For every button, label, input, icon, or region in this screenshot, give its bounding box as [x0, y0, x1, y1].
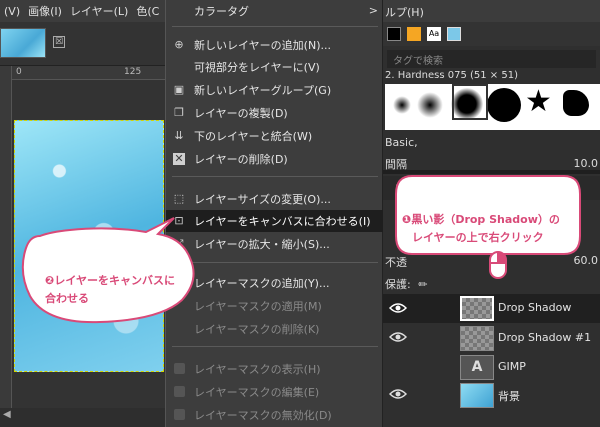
image-tab-thumbnail[interactable]: [0, 28, 46, 58]
text-layer-icon: A: [460, 355, 494, 380]
brush-soft-medium[interactable]: [417, 92, 443, 118]
menu-item-label: レイヤーマスクの削除(K): [194, 323, 320, 336]
submenu-arrow-icon: >: [368, 4, 378, 17]
selected-brush-name: 2. Hardness 075 (51 × 51): [385, 70, 518, 81]
layer-name[interactable]: Drop Shadow: [498, 301, 571, 314]
document-tab-icon[interactable]: [447, 27, 461, 41]
layer-name[interactable]: Drop Shadow #1: [498, 331, 591, 344]
lock-row: 保護: ✏: [385, 276, 427, 292]
mouse-right-click-icon: [489, 251, 507, 279]
pattern-tab-icon[interactable]: [407, 27, 421, 41]
new-layer-icon: ⊕: [174, 38, 184, 51]
eye-icon[interactable]: [389, 387, 407, 401]
tab-close-icon[interactable]: ☒: [53, 36, 65, 48]
layer-row-background[interactable]: 背景: [383, 381, 600, 410]
layer-group-icon: ▣: [173, 83, 185, 96]
horizontal-scrollbar[interactable]: [0, 408, 170, 427]
layer-row-drop-shadow[interactable]: Drop Shadow: [383, 294, 600, 323]
menu-item-label: 新しいレイヤーグループ(G): [194, 84, 332, 97]
merge-down-icon: ⇊: [174, 129, 184, 142]
menu-layer[interactable]: レイヤー(L): [66, 3, 132, 19]
brush-tag-filter-input[interactable]: タグで検索: [387, 50, 596, 68]
checkbox-icon: [174, 363, 185, 374]
menu-item-new-layer[interactable]: ⊕ 新しいレイヤーの追加(N)...: [166, 34, 384, 56]
image-tabstrip: ☒: [0, 22, 170, 66]
delete-icon: ✕: [173, 152, 185, 165]
horizontal-ruler: 0 125: [12, 66, 170, 80]
menubar-help: ルプ(H): [383, 0, 600, 22]
eye-icon[interactable]: [389, 301, 407, 315]
menu-item-layer-boundary-size[interactable]: ⬚ レイヤーサイズの変更(O)...: [166, 188, 384, 210]
layer-thumbnail: [460, 326, 494, 351]
lock-pixels-icon[interactable]: ✏: [418, 278, 427, 291]
brush-grid[interactable]: ★: [385, 84, 600, 130]
navigate-icon[interactable]: ◀: [3, 409, 11, 420]
ruler-tick-label: 125: [124, 67, 142, 77]
layer-name[interactable]: GIMP: [498, 360, 526, 373]
callout-1-line-2: レイヤーの上で右クリック: [412, 231, 544, 244]
lock-label: 保護:: [385, 278, 411, 291]
menu-view[interactable]: (V): [0, 5, 24, 18]
menu-item-label: レイヤーをキャンバスに合わせる(I): [194, 215, 371, 228]
layer-thumbnail: [460, 383, 494, 408]
menu-item-label: レイヤーの削除(D): [194, 153, 288, 166]
menu-item-show-layer-mask[interactable]: レイヤーマスクの表示(H): [166, 358, 384, 380]
brush-hard[interactable]: [487, 88, 521, 122]
menu-separator: [172, 346, 378, 347]
menu-item-label: 下のレイヤーと統合(W): [194, 130, 313, 143]
menu-item-color-tag[interactable]: カラータグ >: [166, 0, 384, 22]
menu-item-label: 新しいレイヤーの追加(N)...: [194, 39, 331, 52]
layer-name[interactable]: 背景: [498, 388, 520, 404]
menu-item-duplicate-layer[interactable]: ❐ レイヤーの複製(D): [166, 102, 384, 124]
layer-size-icon: ⬚: [173, 192, 185, 205]
menu-item-label: レイヤーマスクの無効化(D): [194, 409, 332, 422]
menu-image[interactable]: 画像(I): [24, 3, 66, 19]
brush-preset-label: Basic,: [385, 136, 418, 149]
checkbox-icon: [174, 409, 185, 420]
font-tab-icon[interactable]: Aa: [427, 27, 441, 41]
menu-item-label: レイヤーの複製(D): [194, 107, 288, 120]
layer-row-drop-shadow-1[interactable]: Drop Shadow #1: [383, 324, 600, 353]
menu-item-label: レイヤーマスクの表示(H): [194, 363, 321, 376]
callout-2-line-1: ❷レイヤーをキャンバスに: [45, 274, 175, 287]
brush-soft-small[interactable]: [393, 96, 411, 114]
brush-selection-frame: [452, 84, 488, 120]
menu-item-label: レイヤーサイズの変更(O)...: [194, 193, 331, 206]
menu-item-edit-layer-mask[interactable]: レイヤーマスクの編集(E): [166, 381, 384, 403]
spacing-value[interactable]: 10.0: [574, 157, 599, 170]
callout-2-line-2: 合わせる: [45, 292, 89, 305]
brush-splatter[interactable]: [563, 90, 589, 116]
menu-item-label: レイヤーの拡大・縮小(S)...: [194, 238, 330, 251]
brush-tab-icon[interactable]: [387, 27, 401, 41]
menu-item-label: 可視部分をレイヤーに(V): [194, 61, 320, 74]
menu-item-label: レイヤーマスクの追加(Y)...: [194, 277, 330, 290]
ruler-tick-label: 0: [16, 67, 22, 77]
menu-item-label: レイヤーマスクの適用(M): [194, 300, 322, 313]
menu-item-delete-layer[interactable]: ✕ レイヤーの削除(D): [166, 148, 384, 170]
menu-item-label: カラータグ: [194, 5, 249, 18]
checkbox-icon: [174, 386, 185, 397]
layer-thumbnail: [460, 296, 494, 321]
layer-row-gimp[interactable]: A GIMP: [383, 353, 600, 382]
dock-tab-strip: Aa: [383, 22, 600, 46]
menu-item-visible-to-layer[interactable]: 可視部分をレイヤーに(V): [166, 56, 384, 78]
menu-help[interactable]: ルプ(H): [385, 4, 424, 20]
star-brush-icon[interactable]: ★: [525, 84, 552, 119]
menu-item-new-layer-group[interactable]: ▣ 新しいレイヤーグループ(G): [166, 79, 384, 101]
menu-item-merge-down[interactable]: ⇊ 下のレイヤーと統合(W): [166, 125, 384, 147]
callout-1-line-1: ❶黒い影（Drop Shadow）の: [402, 213, 560, 226]
duplicate-icon: ❐: [174, 106, 184, 119]
eye-icon[interactable]: [389, 330, 407, 344]
menubar: (V) 画像(I) レイヤー(L) 色(C: [0, 0, 170, 22]
menu-separator: [172, 176, 378, 177]
menu-item-disable-layer-mask[interactable]: レイヤーマスクの無効化(D): [166, 404, 384, 426]
menu-colors[interactable]: 色(C: [132, 3, 163, 19]
menu-separator: [172, 26, 378, 27]
menu-item-label: レイヤーマスクの編集(E): [194, 386, 320, 399]
